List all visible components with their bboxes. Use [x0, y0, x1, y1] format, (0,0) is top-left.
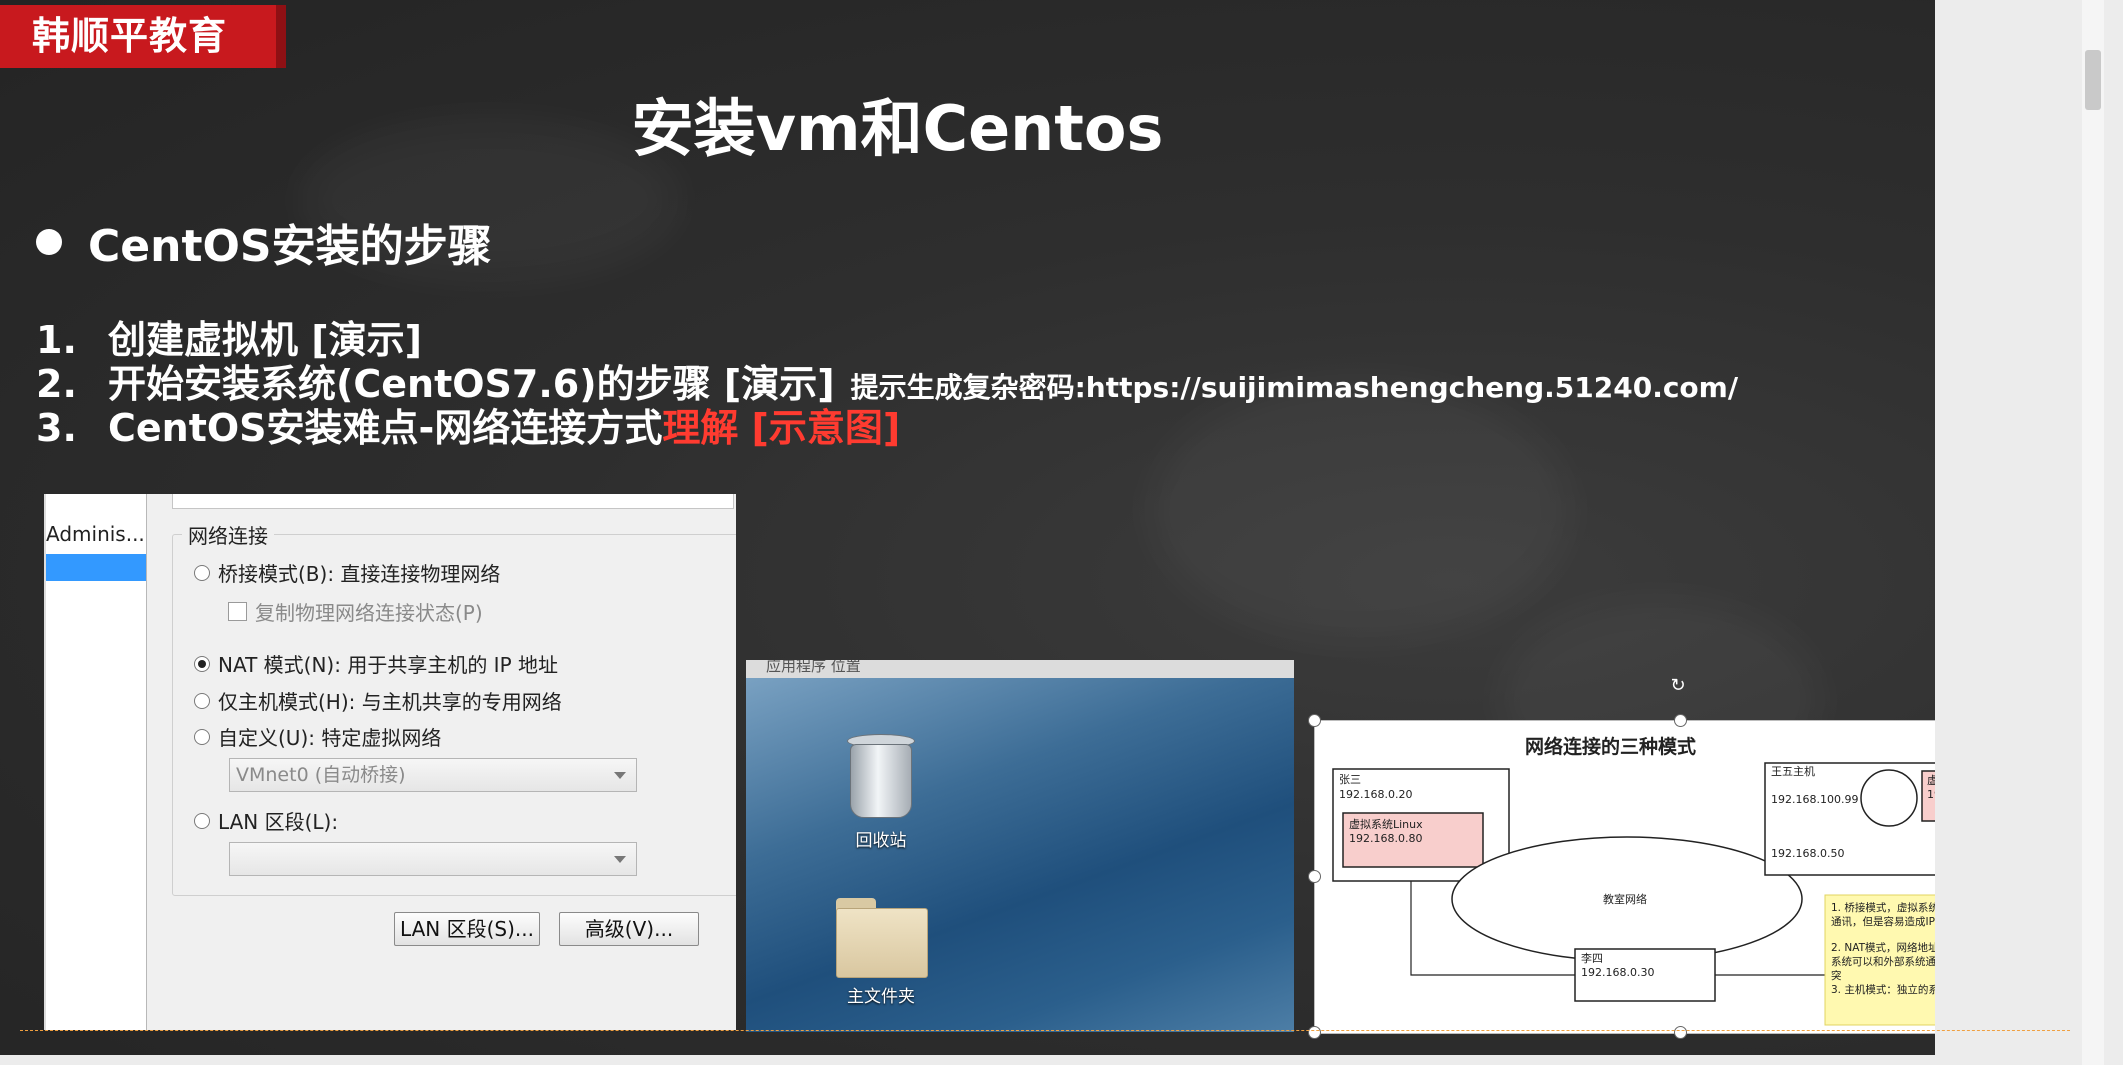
nat-radio[interactable]: [194, 655, 210, 672]
classroom-label: 教室网络: [1603, 892, 1647, 906]
top-frame: [172, 494, 734, 509]
custom-network-select[interactable]: VMnet0 (自动桥接): [229, 758, 637, 792]
lisi-ip: 192.168.0.30: [1581, 966, 1654, 979]
password-hint-link[interactable]: 提示生成复杂密码:https://suijimimashengcheng.512…: [851, 366, 1738, 410]
note-line: 突: [1831, 969, 1842, 982]
step-number: 1.: [36, 318, 77, 362]
vm-device-selected[interactable]: [46, 554, 146, 581]
slide: 韩顺平教育 安装vm和Centos CentOS安装的步骤 1. 创建虚拟机 […: [0, 0, 1935, 1055]
custom-radio[interactable]: [194, 728, 210, 745]
host-only-label: 仅主机模式(H): 与主机共享的专用网络: [218, 690, 562, 714]
bridged-label: 桥接模式(B): 直接连接物理网络: [218, 562, 501, 586]
step-number: 2.: [36, 362, 77, 406]
bullet-text: CentOS安装的步骤: [88, 221, 492, 272]
adapter-circle: [1860, 769, 1918, 827]
bridged-option[interactable]: 桥接模式(B): 直接连接物理网络: [194, 558, 500, 587]
vm-device-list: Adminis...: [46, 494, 147, 1030]
note-line: 通讯，但是容易造成IP冲突: [1831, 915, 1935, 928]
step-item: 3. CentOS安装难点-网络连接方式 理解 [示意图]: [36, 406, 1738, 450]
network-modes-diagram[interactable]: 网络连接的三种模式 张三 192.168.0.20 虚拟系统Linux 192.…: [1314, 720, 1935, 1034]
note-line: 系统可以和外部系统通讯，不造成IP冲: [1831, 955, 1935, 968]
trash-label: 回收站: [855, 831, 907, 851]
wangwu-ip1: 192.168.100.99: [1771, 793, 1858, 806]
wangwu-ip2: 192.168.0.50: [1771, 847, 1844, 860]
step-highlight: 理解 [示意图]: [662, 406, 901, 450]
chevron-down-icon: [614, 856, 626, 863]
bullet-heading: CentOS安装的步骤: [36, 210, 492, 274]
lan-option[interactable]: LAN 区段(L):: [194, 806, 338, 835]
step-item: 1. 创建虚拟机 [演示]: [36, 318, 1738, 362]
step-text: 开始安装系统(CentOS7.6)的步骤 [演示]: [108, 362, 835, 406]
lan-radio[interactable]: [194, 812, 210, 829]
lisi-label: 李四: [1581, 951, 1603, 965]
vertical-scrollbar[interactable]: [2082, 0, 2104, 1065]
host-only-option[interactable]: 仅主机模式(H): 与主机共享的专用网络: [194, 686, 562, 715]
host-only-radio[interactable]: [194, 692, 210, 709]
diagram-canvas: 网络连接的三种模式 张三 192.168.0.20 虚拟系统Linux 192.…: [1332, 735, 1935, 1026]
zhangsan-label: 张三: [1339, 773, 1361, 786]
custom-label: 自定义(U): 特定虚拟网络: [218, 726, 442, 750]
trash-can-body: [850, 744, 912, 818]
steps-list: 1. 创建虚拟机 [演示] 2. 开始安装系统(CentOS7.6)的步骤 [演…: [36, 318, 1738, 450]
bridged-radio[interactable]: [194, 564, 210, 581]
note-line: 3. 主机模式：独立的系统: [1831, 983, 1935, 996]
slide-title: 安装vm和Centos: [631, 92, 1164, 165]
note-line: 1. 桥接模式，虚拟系统可以和外部系统: [1831, 901, 1935, 914]
trash-desktop-icon[interactable]: 回收站: [826, 734, 936, 851]
nat-option[interactable]: NAT 模式(N): 用于共享主机的 IP 地址: [194, 649, 558, 678]
brand-logo: 韩顺平教育: [0, 5, 286, 68]
zhangsan-ip: 192.168.0.20: [1339, 788, 1412, 801]
diagram-title: 网络连接的三种模式: [1525, 735, 1696, 758]
rotate-handle-icon[interactable]: ↻: [1669, 677, 1687, 695]
resize-handle[interactable]: [1308, 1026, 1321, 1039]
centos-desktop: 应用程序 位置 回收站 主文件夹: [746, 660, 1294, 1032]
wangwu-label: 王五主机: [1771, 764, 1815, 778]
vm-network-settings-panel: Adminis... 网络连接 桥接模式(B): 直接连接物理网络 复制物理网络…: [44, 494, 736, 1030]
resize-handle[interactable]: [1308, 714, 1321, 727]
resize-handle[interactable]: [1674, 714, 1687, 727]
home-folder-icon: [836, 898, 928, 978]
resize-handle[interactable]: [1674, 1026, 1687, 1039]
replicate-checkbox[interactable]: [228, 602, 247, 621]
vm-linux-ip: 192.168.0.80: [1349, 832, 1422, 845]
advanced-button[interactable]: 高级(V)...: [559, 912, 699, 946]
step-text: 创建虚拟机 [演示]: [108, 318, 422, 362]
vm-device-item[interactable]: Adminis...: [46, 494, 146, 546]
custom-option[interactable]: 自定义(U): 特定虚拟网络: [194, 722, 441, 751]
home-folder-desktop-icon[interactable]: 主文件夹: [826, 898, 936, 1007]
custom-network-value: VMnet0 (自动桥接): [236, 764, 406, 786]
vm2-linux-ip: 192.168.100.88: [1927, 788, 1935, 801]
vm2-linux-label: 虚拟系统Linux: [1927, 773, 1935, 787]
desktop-menubar[interactable]: 应用程序 位置: [746, 660, 1294, 678]
scrollbar-thumb[interactable]: [2085, 50, 2101, 110]
replicate-label: 复制物理网络连接状态(P): [255, 601, 483, 625]
bullet-dot-icon: [36, 229, 62, 255]
network-group-label: 网络连接: [182, 520, 274, 549]
chevron-down-icon: [614, 772, 626, 779]
note-line: 2. NAT模式，网络地址转换模式, 虚拟: [1831, 941, 1935, 954]
lan-segment-select[interactable]: [229, 842, 637, 876]
lan-label: LAN 区段(L):: [218, 810, 339, 834]
nat-label: NAT 模式(N): 用于共享主机的 IP 地址: [218, 653, 558, 677]
replicate-option[interactable]: 复制物理网络连接状态(P): [228, 597, 483, 626]
home-folder-label: 主文件夹: [847, 987, 915, 1007]
resize-handle[interactable]: [1308, 870, 1321, 883]
step-item: 2. 开始安装系统(CentOS7.6)的步骤 [演示] 提示生成复杂密码:ht…: [36, 362, 1738, 406]
lan-segments-button[interactable]: LAN 区段(S)...: [394, 912, 540, 946]
step-number: 3.: [36, 406, 77, 450]
guide-line: [20, 1030, 2070, 1031]
vm-linux-label: 虚拟系统Linux: [1349, 817, 1423, 831]
step-text: CentOS安装难点-网络连接方式: [108, 406, 663, 450]
